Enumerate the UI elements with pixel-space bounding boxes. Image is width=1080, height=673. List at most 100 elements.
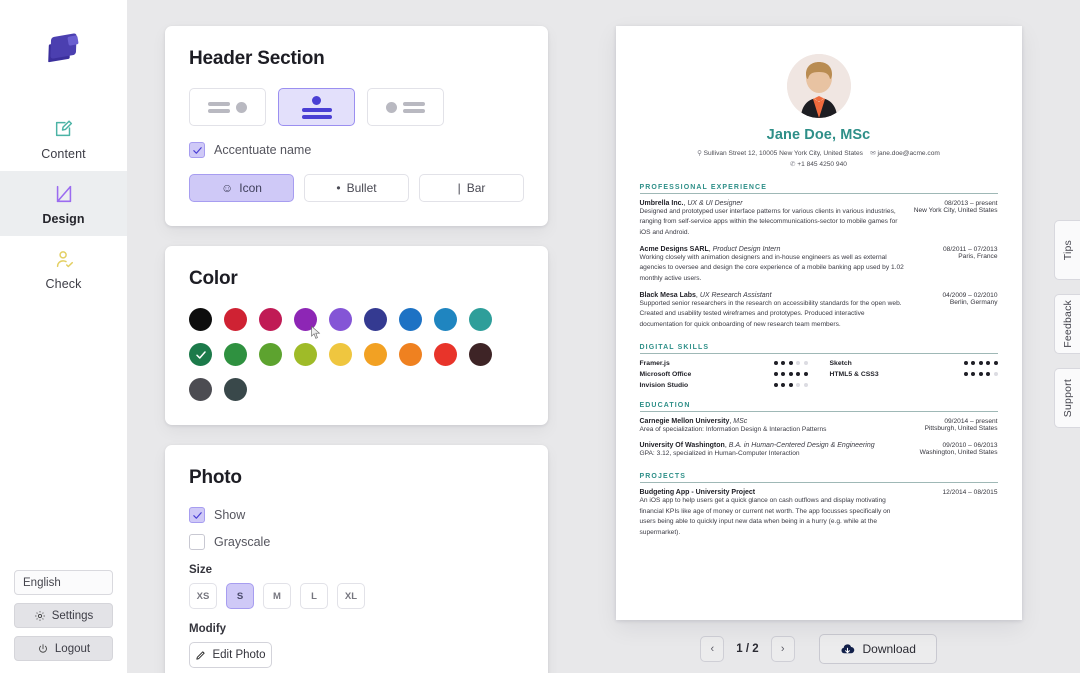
logo-icon <box>47 30 81 64</box>
skill-dot <box>796 372 800 377</box>
color-swatch-11[interactable] <box>259 343 282 366</box>
settings-button[interactable]: Settings <box>14 603 113 628</box>
skill-dot <box>781 372 785 377</box>
photo-size-m[interactable]: M <box>263 583 291 609</box>
tab-tips[interactable]: Tips <box>1054 220 1080 280</box>
logout-button[interactable]: Logout <box>14 636 113 661</box>
photo-size-s[interactable]: S <box>226 583 254 609</box>
edit-photo-button[interactable]: Edit Photo <box>189 642 272 668</box>
header-layout-option-lines-left-dot-right[interactable] <box>189 88 266 126</box>
tab-feedback[interactable]: Feedback <box>1054 294 1080 354</box>
photo-size-xs[interactable]: XS <box>189 583 217 609</box>
color-swatch-5[interactable] <box>364 308 387 331</box>
photo-grayscale-checkbox[interactable] <box>189 534 205 550</box>
entry-description: GPA: 3.12, specialized in Human-Computer… <box>639 450 800 458</box>
phone-icon: ✆ <box>790 160 796 168</box>
separator-option-bullet[interactable]: • Bullet <box>304 174 409 202</box>
resume-page[interactable]: Jane Doe, MSc ⚲ Sullivan Street 12, 1000… <box>615 26 1022 620</box>
color-swatch-14[interactable] <box>364 343 387 366</box>
resume-entry: Black Mesa Labs, UX Research Assistant 04… <box>640 292 998 331</box>
next-page-button[interactable]: › <box>770 636 795 662</box>
photo-grayscale-row[interactable]: Grayscale <box>189 534 524 550</box>
entry-org: Carnegie Mellon University, MSc <box>639 417 748 425</box>
pencil-icon <box>196 650 206 660</box>
color-swatch-17[interactable] <box>469 343 492 366</box>
resume-name: Jane Doe, MSc <box>766 127 871 143</box>
page-indicator: 1 / 2 <box>736 643 759 655</box>
entry-header: Carnegie Mellon University, MSc 09/2014 –… <box>640 418 998 425</box>
entry-description: An iOS app to help users get a quick gla… <box>639 497 891 537</box>
prev-page-button[interactable]: ‹ <box>700 636 725 662</box>
photo-size-l[interactable]: L <box>300 583 328 609</box>
resume-preview-column: Jane Doe, MSc ⚲ Sullivan Street 12, 1000… <box>557 0 1080 673</box>
experience-list: Umbrella Inc., UX & UI Designer 08/2013 –… <box>640 200 998 331</box>
entry-description: Designed and prototyped user interface p… <box>639 207 898 237</box>
skill-dot <box>796 383 800 388</box>
entry-body: GPA: 3.12, specialized in Human-Computer… <box>640 449 998 460</box>
color-swatch-8[interactable] <box>469 308 492 331</box>
sidebar-item-content[interactable]: Content <box>0 106 127 171</box>
entry-description: Working closely with animation designers… <box>639 253 904 283</box>
sidebar-item-design[interactable]: Design <box>0 171 127 236</box>
color-swatch-7[interactable] <box>434 308 457 331</box>
entry-org: Acme Designs SARL, Product Design Intern <box>639 245 781 253</box>
skill-rating <box>773 361 808 366</box>
color-swatch-0[interactable] <box>189 308 212 331</box>
photo-show-checkbox[interactable] <box>189 507 205 523</box>
bar-icon: | <box>457 181 461 195</box>
entry-body: Working closely with animation designers… <box>640 253 998 285</box>
app-logo[interactable] <box>47 30 81 64</box>
photo-size-xl[interactable]: XL <box>337 583 365 609</box>
photo-card: Photo Show Grayscale Size XS S M L XL Mo… <box>165 445 548 673</box>
section-rule <box>639 352 998 354</box>
color-swatch-10[interactable] <box>224 343 247 366</box>
skill-dot <box>803 361 808 366</box>
color-swatch-16[interactable] <box>434 343 457 366</box>
skill-dot <box>986 372 990 377</box>
accentuate-name-label: Accentuate name <box>214 143 312 157</box>
color-swatch-4[interactable] <box>329 308 352 331</box>
entry-dates: 08/2011 – 07/2013 <box>942 245 998 253</box>
color-swatch-12[interactable] <box>294 343 317 366</box>
color-swatch-2[interactable] <box>259 308 282 331</box>
color-swatch-1[interactable] <box>224 308 247 331</box>
entry-header: Budgeting App - University Project 12/201… <box>640 489 998 496</box>
language-value: English <box>23 576 61 589</box>
separator-option-bar[interactable]: | Bar <box>419 174 524 202</box>
entry-org: Umbrella Inc., UX & UI Designer <box>639 199 743 207</box>
color-swatch-9[interactable] <box>189 343 212 366</box>
color-swatch-6[interactable] <box>399 308 422 331</box>
entry-dates: 09/2010 – 06/2013 <box>942 442 998 450</box>
check-icon <box>195 350 206 359</box>
separator-option-icon[interactable]: ☺ Icon <box>189 174 294 202</box>
color-swatch-grid[interactable] <box>189 308 524 401</box>
color-swatch-18[interactable] <box>189 378 212 401</box>
download-label: Download <box>862 642 916 656</box>
color-swatch-15[interactable] <box>399 343 422 366</box>
section-rule <box>639 192 998 194</box>
accentuate-name-checkbox[interactable] <box>189 142 205 158</box>
logout-label: Logout <box>54 642 91 655</box>
color-swatch-19[interactable] <box>224 378 247 401</box>
skill-dot <box>963 372 968 377</box>
language-select[interactable]: English <box>14 570 113 595</box>
sidebar-item-check[interactable]: Check <box>0 236 127 301</box>
color-swatch-3[interactable] <box>294 308 317 331</box>
color-title: Color <box>189 268 238 289</box>
accentuate-name-row[interactable]: Accentuate name <box>189 142 524 158</box>
settings-column[interactable]: Header Section Accentuate name ☺ Icon • … <box>127 0 557 673</box>
download-button[interactable]: Download <box>818 634 937 664</box>
header-layout-option-dot-left-lines-right[interactable] <box>367 88 444 126</box>
color-swatch-13[interactable] <box>329 343 352 366</box>
header-layout-option-centered[interactable] <box>278 88 355 126</box>
photo-title: Photo <box>189 467 242 488</box>
resume-entry: Acme Designs SARL, Product Design Intern… <box>640 246 998 285</box>
skill-name: HTML5 & CSS3 <box>829 370 879 378</box>
check-icon <box>192 511 202 519</box>
resume-address: Sullivan Street 12, 10005 New York City,… <box>703 150 863 157</box>
tab-support[interactable]: Support <box>1054 368 1080 428</box>
check-icon <box>192 146 202 154</box>
photo-show-row[interactable]: Show <box>189 507 524 523</box>
gear-icon <box>34 610 45 621</box>
entry-body: Area of specialization: Information Desi… <box>640 425 998 436</box>
